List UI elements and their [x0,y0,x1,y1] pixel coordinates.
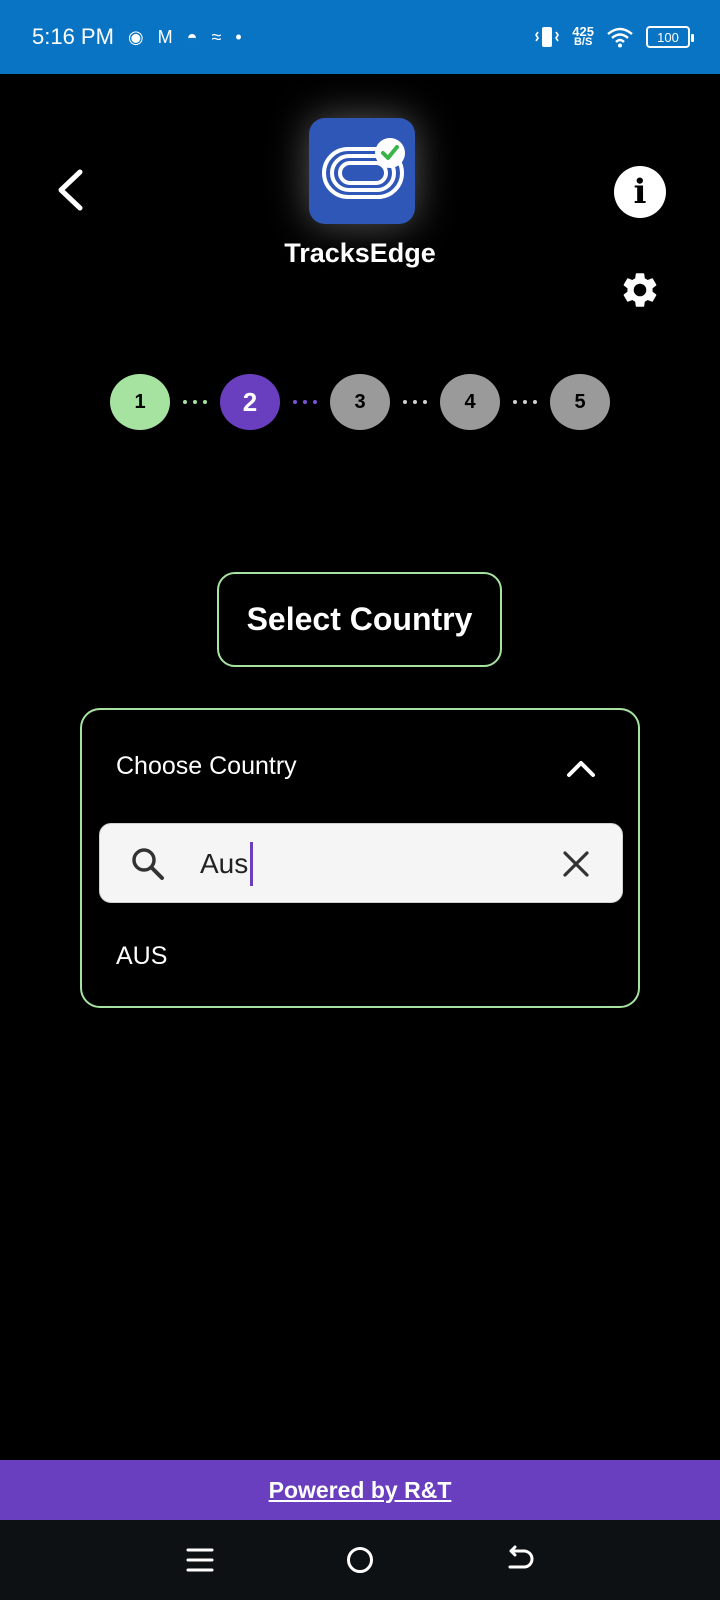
list-item[interactable]: AUS [116,942,167,971]
step-4: 4 [440,374,500,430]
text-cursor [250,842,254,886]
gear-icon [623,273,657,307]
app-logo [309,118,415,224]
track-check-logo-icon [322,138,405,199]
search-icon [132,848,164,880]
dropdown-label[interactable]: Choose Country [116,752,297,781]
chevron-up-icon[interactable] [566,758,596,778]
recents-button[interactable] [175,1535,225,1585]
back-arrow-icon [508,1545,534,1569]
step-2: 2 [220,374,280,430]
step-connector [280,400,330,404]
search-input[interactable]: Aus [200,840,254,888]
powered-by-link[interactable]: Powered by R&T [0,1460,720,1520]
step-connector [390,400,440,404]
system-back-button[interactable] [495,1535,545,1585]
status-bar: 5:16 PM ◉ M ◓ ≈ • 425 B/S 100 [0,0,720,74]
settings-button[interactable] [618,268,662,312]
step-connector [170,400,220,404]
info-button[interactable]: i [614,166,666,218]
gmail-icon: M [157,26,173,47]
search-input-value: Aus [200,848,249,879]
back-button[interactable] [50,165,90,215]
search-box[interactable]: Aus [99,823,623,903]
info-icon: i [633,172,647,212]
status-time: 5:16 PM [32,24,114,49]
menu-icon [186,1548,214,1572]
notification-icons: ◉ M ◓ ≈ • [128,27,242,48]
status-right: 425 B/S 100 [534,0,694,74]
country-dropdown: Choose Country Aus AUS [80,708,640,1008]
app-notification-icon: ◓ [186,26,198,47]
home-button[interactable] [335,1535,385,1585]
page-title: Select Country [217,572,502,667]
step-1: 1 [110,374,170,430]
battery-icon: 100 [646,26,694,48]
progress-stepper: 1 2 3 4 5 [110,374,610,430]
bird-notification-icon: ≈ [211,26,222,47]
more-notifications-dot-icon: • [235,26,242,47]
chrome-icon: ◉ [127,26,144,47]
close-icon[interactable] [560,848,592,880]
vibrate-icon [535,27,560,47]
wifi-icon [607,27,633,48]
chevron-left-icon [58,169,83,211]
network-speed: 425 B/S [572,24,594,48]
app-name: TracksEdge [284,238,436,268]
step-3: 3 [330,374,390,430]
system-nav-bar [0,1520,720,1600]
home-circle-icon [347,1547,373,1573]
step-5: 5 [550,374,610,430]
step-connector [500,400,550,404]
